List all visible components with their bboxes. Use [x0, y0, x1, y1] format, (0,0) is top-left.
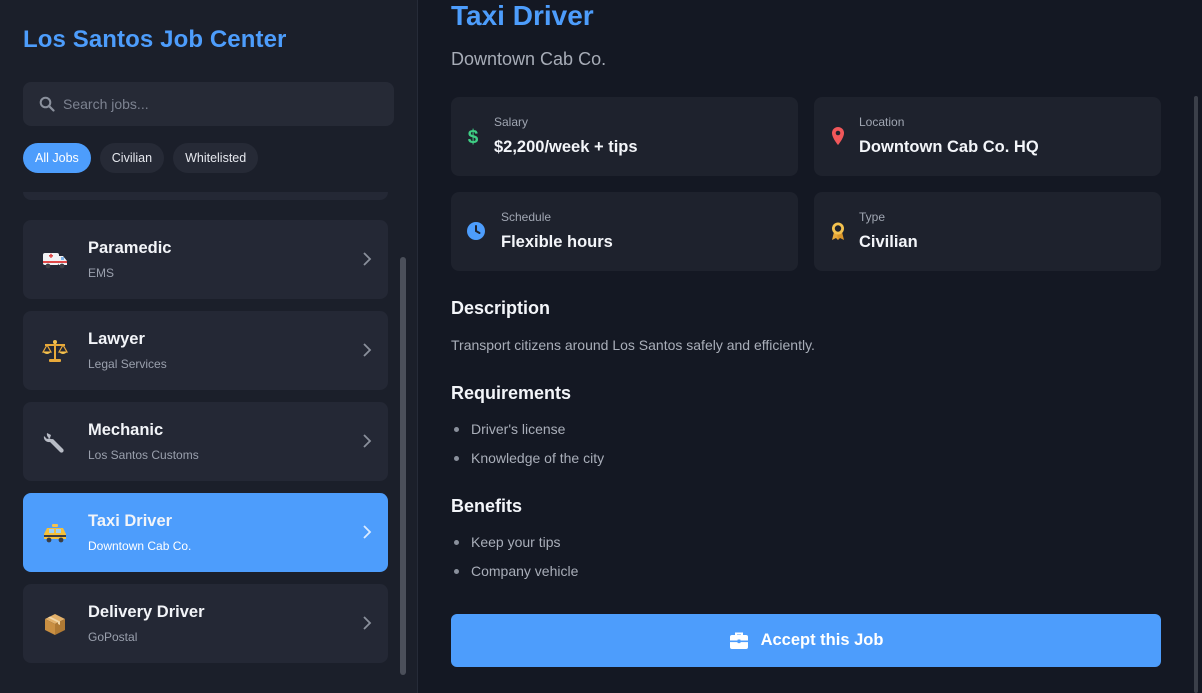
schedule-label: Schedule — [501, 210, 552, 224]
dollar-icon: $ — [468, 127, 479, 146]
svg-text:$: $ — [468, 127, 479, 146]
job-subtitle: EMS — [88, 266, 115, 280]
badge-icon — [832, 222, 844, 240]
chevron-right-icon — [363, 343, 372, 357]
detail-scrollbar[interactable] — [1194, 96, 1198, 693]
location-card: Location Downtown Cab Co. HQ — [814, 97, 1161, 176]
job-item-delivery-driver[interactable]: Delivery Driver GoPostal — [23, 584, 388, 663]
map-pin-icon — [832, 127, 844, 145]
list-item: Company vehicle — [451, 562, 578, 591]
job-title: Paramedic — [88, 239, 172, 257]
job-item-lawyer[interactable]: Lawyer Legal Services — [23, 311, 388, 390]
chevron-right-icon — [363, 616, 372, 630]
job-subtitle: Los Santos Customs — [88, 448, 199, 462]
requirements-heading: Requirements — [451, 383, 572, 403]
list-item: Knowledge of the city — [451, 449, 604, 478]
package-icon — [42, 611, 68, 637]
clock-icon — [467, 222, 485, 240]
ambulance-icon — [42, 247, 68, 273]
description-heading: Description — [451, 298, 551, 318]
job-subtitle: GoPostal — [88, 630, 138, 644]
job-subtitle: Downtown Cab Co. — [88, 539, 192, 553]
chevron-right-icon — [363, 252, 372, 266]
search-icon — [39, 96, 55, 112]
taxi-icon — [42, 520, 68, 546]
briefcase-icon — [729, 632, 748, 649]
job-title: Delivery Driver — [88, 603, 205, 621]
benefits-heading: Benefits — [451, 496, 523, 516]
job-list: Paramedic EMS Lawyer Legal Services Mech… — [0, 192, 400, 693]
benefits-list: Keep your tips Company vehicle — [451, 533, 578, 591]
filter-whitelisted[interactable]: Whitelisted — [173, 143, 259, 173]
type-card: Type Civilian — [814, 192, 1161, 271]
requirements-list: Driver's license Knowledge of the city — [451, 420, 604, 478]
filter-civilian[interactable]: Civilian — [99, 143, 165, 173]
sidebar-scrollbar[interactable] — [400, 257, 406, 675]
list-item-partial[interactable] — [23, 192, 388, 200]
filter-all-jobs[interactable]: All Jobs — [23, 143, 91, 173]
filter-chips: All Jobs Civilian Whitelisted — [23, 143, 259, 173]
location-value: Downtown Cab Co. HQ — [859, 138, 1039, 156]
description-text: Transport citizens around Los Santos saf… — [451, 337, 815, 353]
list-item: Driver's license — [451, 420, 604, 449]
salary-card: $ Salary $2,200/week + tips — [451, 97, 798, 176]
accept-job-label: Accept this Job — [760, 631, 884, 649]
app-title: Los Santos Job Center — [23, 26, 287, 53]
type-value: Civilian — [859, 233, 918, 251]
type-label: Type — [859, 210, 886, 224]
job-detail-company: Downtown Cab Co. — [451, 49, 607, 69]
job-item-mechanic[interactable]: Mechanic Los Santos Customs — [23, 402, 388, 481]
job-item-taxi-driver[interactable]: Taxi Driver Downtown Cab Co. — [23, 493, 388, 572]
salary-value: $2,200/week + tips — [494, 138, 638, 156]
wrench-icon — [42, 429, 68, 455]
job-title: Mechanic — [88, 421, 164, 439]
accept-job-button[interactable]: Accept this Job — [451, 614, 1161, 667]
job-title: Taxi Driver — [88, 512, 173, 530]
list-item: Keep your tips — [451, 533, 578, 562]
job-detail-panel: Taxi Driver Downtown Cab Co. $ Salary $2… — [419, 0, 1202, 693]
job-detail-title: Taxi Driver — [451, 0, 594, 31]
schedule-card: Schedule Flexible hours — [451, 192, 798, 271]
job-item-paramedic[interactable]: Paramedic EMS — [23, 220, 388, 299]
scales-icon — [42, 338, 68, 364]
search-box[interactable] — [23, 82, 394, 126]
chevron-right-icon — [363, 525, 372, 539]
schedule-value: Flexible hours — [501, 233, 613, 251]
salary-label: Salary — [494, 115, 529, 129]
chevron-right-icon — [363, 434, 372, 448]
search-input[interactable] — [63, 96, 363, 112]
sidebar: Los Santos Job Center All Jobs Civilian … — [0, 0, 418, 693]
job-subtitle: Legal Services — [88, 357, 167, 371]
job-title: Lawyer — [88, 330, 145, 348]
location-label: Location — [859, 115, 905, 129]
